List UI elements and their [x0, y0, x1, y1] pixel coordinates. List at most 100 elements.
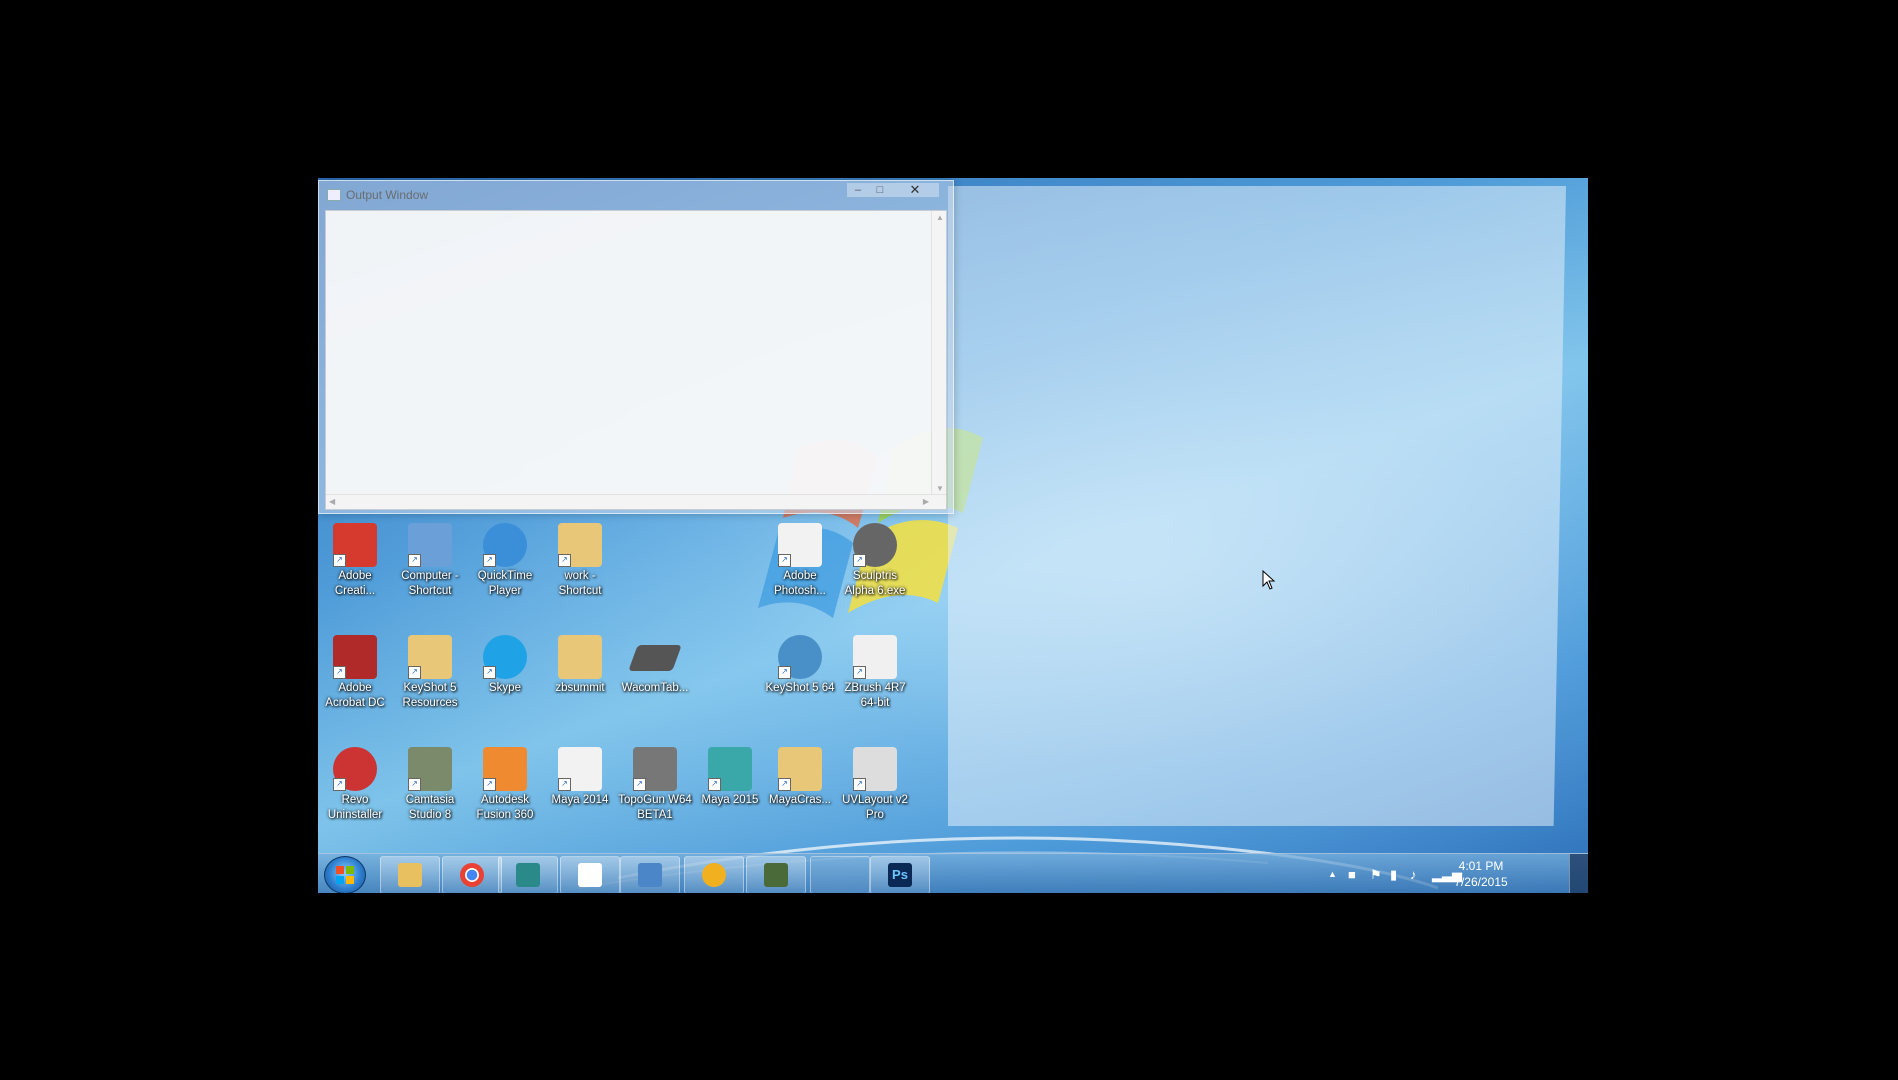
taskbar-maya[interactable]: [498, 856, 558, 893]
desktop-icon-uvlayout[interactable]: ↗ UVLayout v2 Pro: [838, 747, 912, 823]
shortcut-arrow-icon: ↗: [483, 778, 496, 791]
taskbar-file-explorer[interactable]: [380, 856, 440, 893]
desktop-icon-label: Autodesk Fusion 360: [476, 794, 534, 821]
output-window[interactable]: Output Window – □ ✕ ▲ ▼ ◀ ▶: [318, 180, 954, 514]
clock-time[interactable]: 4:01 PM: [1446, 859, 1516, 873]
shortcut-arrow-icon: ↗: [483, 554, 496, 567]
desktop-icon-skype[interactable]: ↗ Skype: [468, 635, 542, 696]
desktop-icon-fusion-360[interactable]: ↗ Autodesk Fusion 360: [468, 747, 542, 823]
desktop-icon-label: WacomTab...: [621, 682, 689, 694]
maya-icon: ↗: [708, 747, 752, 791]
adobe-creative-cloud-icon: ↗: [333, 523, 377, 567]
window-icon: [327, 189, 341, 201]
computer-icon: ↗: [408, 523, 452, 567]
desktop-icon-wacomtab[interactable]: WacomTab...: [618, 635, 692, 696]
desktop-icon-label: Camtasia Studio 8: [405, 794, 455, 821]
minimize-button[interactable]: –: [847, 183, 869, 197]
desktop-icon-label: MayaCras...: [769, 794, 831, 806]
scroll-down-icon[interactable]: ▼: [936, 484, 944, 493]
output-text-area[interactable]: ▲ ▼ ◀ ▶: [325, 210, 947, 510]
desktop-icon-mayacrash[interactable]: ↗ MayaCras...: [763, 747, 837, 808]
taskbar-camtasia-recorder[interactable]: [746, 856, 806, 893]
desktop-icon-work-shortcut[interactable]: ↗ work - Shortcut: [543, 523, 617, 599]
shortcut-arrow-icon: ↗: [633, 778, 646, 791]
desktop-icon-label: KeyShot 5 64: [765, 682, 835, 694]
shortcut-arrow-icon: ↗: [333, 778, 346, 791]
desktop-icon-topogun[interactable]: ↗ TopoGun W64 BETA1: [618, 747, 692, 823]
maximize-button[interactable]: □: [869, 183, 891, 197]
desktop-icon-adobe-acrobat[interactable]: ↗ Adobe Acrobat DC: [318, 635, 392, 711]
desktop-icon-label: Adobe Photosh...: [774, 570, 826, 597]
desktop-icon-maya-2014[interactable]: ↗ Maya 2014: [543, 747, 617, 808]
shortcut-arrow-icon: ↗: [408, 554, 421, 567]
desktop-icon-sculptris[interactable]: ↗ Sculptris Alpha 6.exe: [838, 523, 912, 599]
power-icon[interactable]: ▮: [1390, 867, 1397, 883]
taskbar-photoshop[interactable]: Ps: [870, 856, 930, 893]
desktop-icon-zbsummit[interactable]: zbsummit: [543, 635, 617, 696]
shortcut-arrow-icon: ↗: [853, 778, 866, 791]
window-title: Output Window: [346, 188, 429, 202]
shortcut-arrow-icon: ↗: [408, 666, 421, 679]
desktop-icon-label: QuickTime Player: [477, 570, 533, 597]
acrobat-icon: ↗: [333, 635, 377, 679]
vertical-scrollbar[interactable]: ▲ ▼: [931, 211, 946, 495]
folder-icon: ↗: [778, 747, 822, 791]
taskbar-empty-slot[interactable]: [810, 856, 870, 893]
horizontal-scrollbar[interactable]: ◀ ▶: [326, 494, 946, 509]
desktop-icon-label: Sculptris Alpha 6.exe: [844, 570, 906, 597]
desktop-icon-adobe-photoshop[interactable]: ↗ Adobe Photosh...: [763, 523, 837, 599]
desktop-icon-quicktime[interactable]: ↗ QuickTime Player: [468, 523, 542, 599]
desktop-icon-camtasia[interactable]: ↗ Camtasia Studio 8: [393, 747, 467, 823]
desktop-icon-revo-uninstaller[interactable]: ↗ Revo Uninstaller: [318, 747, 392, 823]
mouse-cursor-icon: [1262, 570, 1276, 590]
windows-update-icon[interactable]: ■: [1348, 867, 1356, 882]
start-button[interactable]: [324, 856, 366, 893]
clock-date[interactable]: 7/26/2015: [1446, 875, 1516, 889]
desktop-icon-keyshot[interactable]: ↗ KeyShot 5 64: [763, 635, 837, 696]
desktop-icon-zbrush[interactable]: ↗ ZBrush 4R7 64-bit: [838, 635, 912, 711]
show-desktop-button[interactable]: [1569, 854, 1588, 893]
shortcut-arrow-icon: ↗: [708, 778, 721, 791]
desktop-icon-adobe-creative-cloud[interactable]: ↗ Adobe Creati...: [318, 523, 392, 599]
shortcut-arrow-icon: ↗: [853, 554, 866, 567]
shortcut-arrow-icon: ↗: [333, 666, 346, 679]
output-window-titlebar[interactable]: Output Window – □ ✕: [319, 181, 953, 209]
quicktime-icon: ↗: [483, 523, 527, 567]
document-icon: ↗: [778, 523, 822, 567]
photoshop-icon: Ps: [888, 863, 912, 887]
show-hidden-icons-icon[interactable]: ▲: [1328, 869, 1337, 879]
flower-app-icon: [702, 863, 726, 887]
windows-start-icon: [336, 866, 354, 884]
taskbar-zbrush[interactable]: [560, 856, 620, 893]
skype-icon: ↗: [483, 635, 527, 679]
desktop-icon-label: zbsummit: [555, 682, 605, 694]
desktop-icon-label: UVLayout v2 Pro: [842, 794, 908, 821]
desktop-icon-computer[interactable]: ↗ Computer - Shortcut: [393, 523, 467, 599]
desktop-icon-label: Maya 2015: [701, 794, 759, 806]
desktop-icon-maya-2015[interactable]: ↗ Maya 2015: [693, 747, 767, 808]
scroll-right-icon[interactable]: ▶: [923, 497, 929, 506]
zbrush-icon: ↗: [853, 635, 897, 679]
taskbar-chrome[interactable]: [442, 856, 502, 893]
taskbar-photo-viewer[interactable]: [620, 856, 680, 893]
desktop-icon-label: Maya 2014: [551, 794, 609, 806]
shortcut-arrow-icon: ↗: [483, 666, 496, 679]
desktop-icon-label: ZBrush 4R7 64-bit: [844, 682, 906, 709]
shortcut-arrow-icon: ↗: [778, 778, 791, 791]
shortcut-arrow-icon: ↗: [853, 666, 866, 679]
volume-icon[interactable]: ♪: [1410, 867, 1417, 882]
camtasia-icon: ↗: [408, 747, 452, 791]
action-center-flag-icon[interactable]: ⚑: [1370, 867, 1382, 883]
desktop-icon-label: work - Shortcut: [558, 570, 602, 597]
uvlayout-icon: ↗: [853, 747, 897, 791]
close-button[interactable]: ✕: [891, 183, 939, 197]
topogun-icon: ↗: [633, 747, 677, 791]
desktop-icon-keyshot-resources[interactable]: ↗ KeyShot 5 Resources: [393, 635, 467, 711]
taskbar-flower-app[interactable]: [684, 856, 744, 893]
scroll-left-icon[interactable]: ◀: [329, 497, 335, 506]
shortcut-arrow-icon: ↗: [778, 554, 791, 567]
system-tray: ▲ ■ ⚑ ▮ ♪ ▂▃▅ 4:01 PM 7/26/2015: [1328, 854, 1568, 893]
desktop-icon-label: Adobe Creati...: [334, 570, 376, 597]
scroll-up-icon[interactable]: ▲: [936, 213, 944, 222]
shortcut-arrow-icon: ↗: [558, 554, 571, 567]
